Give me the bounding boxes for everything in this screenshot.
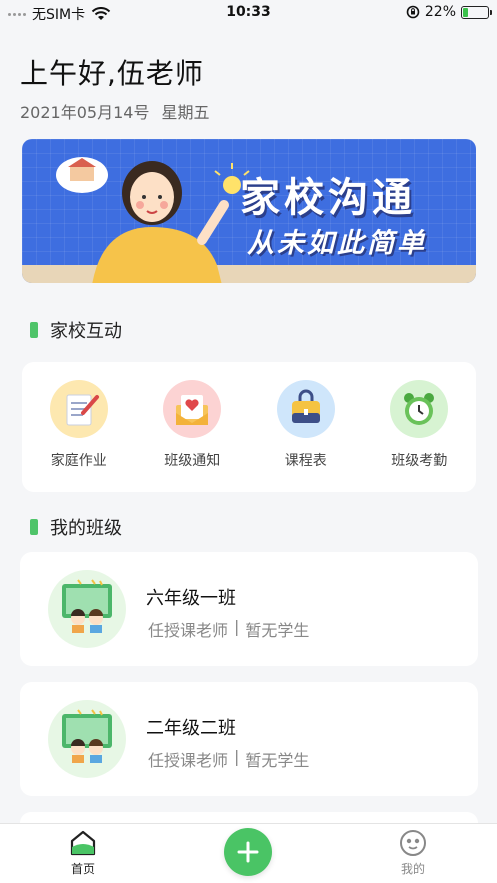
plus-icon	[237, 841, 259, 863]
battery-icon	[461, 5, 492, 19]
date-text: 2021年05月14号	[20, 103, 150, 122]
teacher-illustration	[56, 157, 250, 283]
date-line: 2021年05月14号 星期五	[20, 99, 209, 123]
class-meta: 任授课老师 | 暂无学生	[148, 617, 309, 641]
section-interaction-title: 家校互动	[50, 321, 122, 342]
class-role: 任授课老师	[148, 621, 229, 640]
notice-icon	[163, 380, 222, 438]
homework-button[interactable]: 家庭作业	[29, 380, 129, 470]
profile-face-icon	[400, 830, 426, 856]
section-interaction: 家校互动	[30, 317, 122, 343]
class-notice-button[interactable]: 班级通知	[142, 380, 242, 470]
class-role: 任授课老师	[148, 751, 229, 770]
weekday-text: 星期五	[161, 103, 210, 122]
home-icon	[70, 830, 96, 856]
section-marker	[30, 322, 38, 338]
class-card[interactable]: 二年级二班 任授课老师 | 暂无学生	[20, 682, 478, 796]
class-avatar	[48, 570, 126, 648]
rotation-lock-icon	[406, 5, 420, 19]
class-students: 暂无学生	[245, 621, 310, 640]
section-my-class-title: 我的班级	[50, 518, 122, 539]
tab-home[interactable]: 首页	[48, 830, 118, 877]
add-button[interactable]	[224, 828, 272, 876]
class-avatar	[48, 700, 126, 778]
class-name: 二年级二班	[146, 718, 236, 739]
homework-icon	[49, 380, 108, 438]
battery-percent: 22%	[424, 4, 456, 20]
status-right: 22%	[406, 4, 492, 20]
class-card[interactable]: 六年级一班 任授课老师 | 暂无学生	[20, 552, 478, 666]
class-name: 六年级一班	[146, 588, 236, 609]
class-meta-separator: |	[234, 617, 240, 636]
class-meta: 任授课老师 | 暂无学生	[148, 747, 309, 771]
timetable-icon	[276, 380, 335, 438]
timetable-label: 课程表	[284, 453, 327, 469]
attendance-label: 班级考勤	[391, 453, 448, 469]
tab-mine[interactable]: 我的	[378, 830, 448, 877]
status-bar: 无SIM卡 10:33 22%	[0, 0, 497, 26]
tab-home-label: 首页	[70, 862, 95, 876]
attendance-clock-icon	[390, 380, 449, 438]
interaction-card: 家庭作业 班级通知 课程表 班级考勤	[22, 362, 476, 492]
class-students: 暂无学生	[245, 751, 310, 770]
banner-subtitle: 从未如此简单	[247, 228, 427, 259]
timetable-button[interactable]: 课程表	[256, 380, 356, 470]
banner-title: 家校沟通	[240, 175, 416, 221]
class-notice-label: 班级通知	[164, 453, 221, 469]
tab-mine-label: 我的	[400, 862, 425, 876]
class-meta-separator: |	[234, 747, 240, 766]
attendance-button[interactable]: 班级考勤	[369, 380, 469, 470]
battery-fill	[463, 7, 469, 17]
class-card-partial[interactable]	[20, 812, 478, 823]
greeting-title: 上午好,伍老师	[20, 57, 204, 90]
homework-label: 家庭作业	[50, 453, 107, 469]
promo-banner[interactable]: 家校沟通 从未如此简单	[22, 139, 476, 283]
section-marker	[30, 519, 38, 535]
section-my-class: 我的班级	[30, 514, 122, 540]
